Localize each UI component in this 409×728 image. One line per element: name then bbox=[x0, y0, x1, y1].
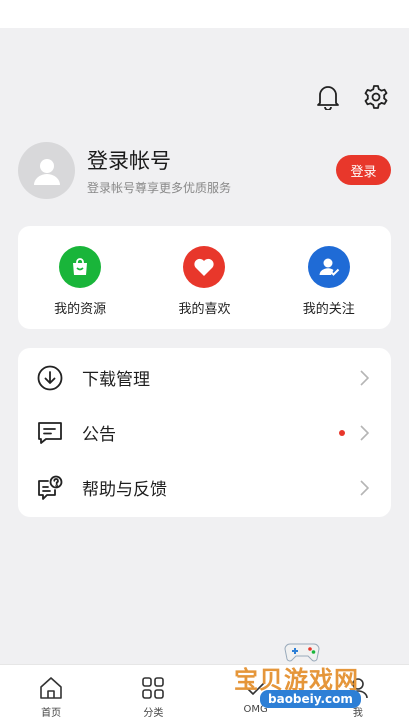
bell-icon[interactable] bbox=[315, 84, 341, 110]
shopping-bag-icon bbox=[59, 246, 102, 288]
watermark: 宝贝游戏网 baobeiy.com bbox=[232, 640, 382, 728]
user-silhouette-icon bbox=[33, 158, 60, 185]
chevron-right-icon bbox=[359, 479, 371, 496]
tab-label: 分类 bbox=[143, 708, 164, 719]
menu-item-announcement[interactable]: 公告 bbox=[18, 405, 391, 460]
menu-item-help-feedback[interactable]: 帮助与反馈 bbox=[18, 460, 391, 515]
menu-card: 下载管理 公告 帮助与反馈 bbox=[18, 348, 391, 517]
menu-item-download-manager[interactable]: 下载管理 bbox=[18, 350, 391, 405]
tab-category[interactable]: 分类 bbox=[102, 665, 204, 728]
quick-action-label: 我的资源 bbox=[54, 302, 107, 317]
chevron-right-icon bbox=[359, 424, 371, 441]
quick-action-my-likes[interactable]: 我的喜欢 bbox=[154, 246, 254, 317]
heart-icon bbox=[183, 246, 226, 288]
login-subtitle: 登录帐号尊享更多优质服务 bbox=[87, 181, 232, 195]
menu-item-label: 帮助与反馈 bbox=[82, 480, 167, 500]
login-title[interactable]: 登录帐号 bbox=[87, 145, 171, 175]
home-icon bbox=[38, 675, 64, 701]
quick-action-my-follows[interactable]: 我的关注 bbox=[279, 246, 379, 317]
profile-header: 登录帐号 登录帐号尊享更多优质服务 登录 bbox=[18, 142, 391, 200]
grid-icon bbox=[140, 675, 166, 701]
help-feedback-icon bbox=[37, 475, 63, 501]
top-actions bbox=[315, 84, 389, 110]
settings-gear-icon[interactable] bbox=[363, 84, 389, 110]
status-bar bbox=[0, 0, 409, 28]
tab-home[interactable]: 首页 bbox=[0, 665, 102, 728]
quick-action-label: 我的关注 bbox=[302, 302, 355, 317]
quick-action-my-resources[interactable]: 我的资源 bbox=[30, 246, 130, 317]
download-icon bbox=[37, 365, 63, 391]
avatar[interactable] bbox=[18, 142, 75, 199]
user-check-icon bbox=[307, 246, 350, 288]
unread-badge bbox=[339, 429, 345, 436]
tab-label: 首页 bbox=[41, 708, 62, 719]
message-icon bbox=[37, 420, 63, 446]
chevron-right-icon bbox=[359, 369, 371, 386]
menu-item-label: 公告 bbox=[82, 425, 116, 445]
quick-actions-card: 我的资源 我的喜欢 我的关注 bbox=[18, 226, 391, 329]
gamepad-icon bbox=[284, 643, 320, 662]
watermark-url: baobeiy.com bbox=[260, 690, 361, 708]
quick-action-label: 我的喜欢 bbox=[178, 302, 231, 317]
login-button[interactable]: 登录 bbox=[336, 155, 391, 185]
menu-item-label: 下载管理 bbox=[82, 370, 150, 390]
